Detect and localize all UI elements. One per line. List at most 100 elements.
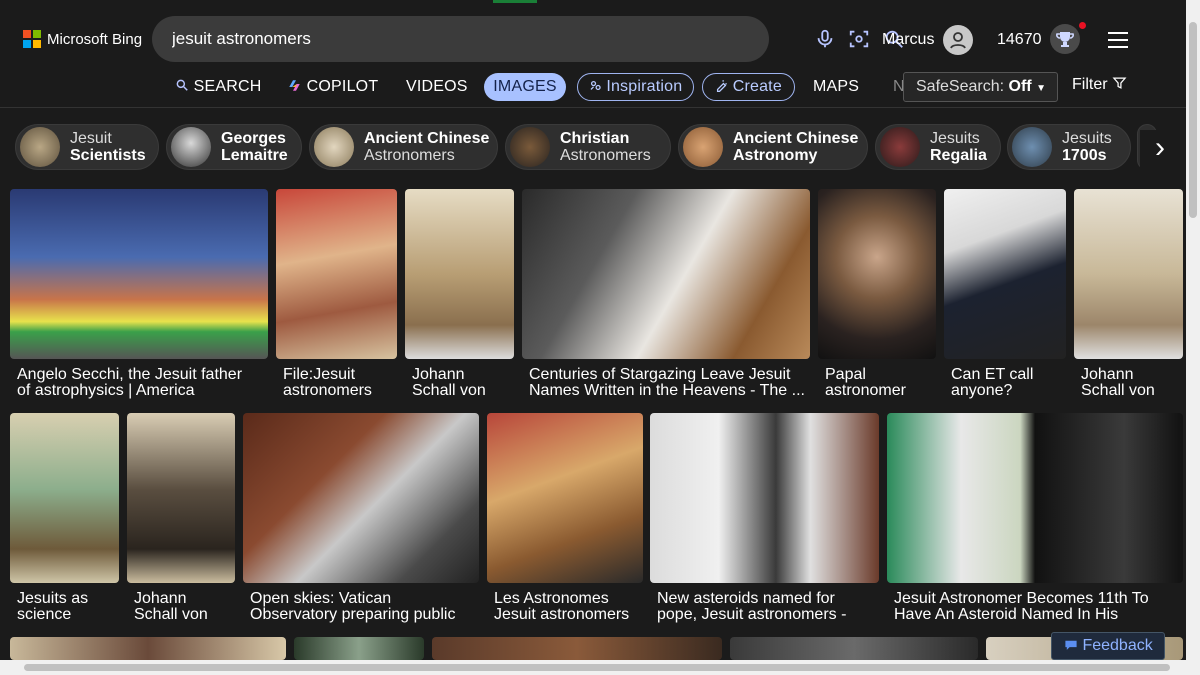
result-image bbox=[887, 413, 1183, 583]
microsoft-logo-icon bbox=[23, 30, 41, 48]
result-image bbox=[243, 413, 479, 583]
result-caption-line1: New asteroids named for bbox=[657, 591, 835, 607]
image-result[interactable]: Centuries of Stargazing Leave Jesuit Nam… bbox=[522, 189, 810, 404]
image-result[interactable]: Jesuit Astronomer Becomes 11th To Have A… bbox=[887, 413, 1183, 628]
related-chip[interactable]: Christian Astronomers bbox=[505, 124, 671, 170]
chip-line2: Scientists bbox=[70, 147, 146, 164]
image-result-partial[interactable] bbox=[432, 637, 722, 660]
image-result[interactable]: Open skies: Vatican Observatory preparin… bbox=[243, 413, 479, 628]
safesearch-dropdown[interactable]: SafeSearch: Off ▼ bbox=[903, 72, 1058, 102]
image-result[interactable]: Can ET call anyone? bbox=[944, 189, 1066, 404]
chip-line2: Regalia bbox=[930, 147, 987, 164]
tab-images[interactable]: IMAGES bbox=[484, 73, 566, 101]
tab-inspiration[interactable]: Inspiration bbox=[577, 73, 694, 101]
result-caption-line2: Jesuit astronomers bbox=[494, 607, 630, 623]
filter-label: Filter bbox=[1072, 76, 1108, 93]
chip-line1: Christian bbox=[560, 130, 630, 147]
tab-search[interactable]: SEARCH bbox=[175, 73, 262, 101]
tab-search-label: SEARCH bbox=[193, 78, 262, 95]
image-result[interactable]: Johann Schall von bbox=[1074, 189, 1183, 404]
horizontal-scrollbar[interactable] bbox=[0, 660, 1186, 675]
tab-maps[interactable]: MAPS bbox=[813, 73, 859, 101]
menu-icon[interactable] bbox=[1108, 32, 1128, 48]
chip-line2: Astronomers bbox=[364, 147, 455, 164]
search-box[interactable] bbox=[152, 16, 903, 62]
result-caption-line2: Names Written in the Heavens - The ... bbox=[529, 383, 805, 399]
related-searches: Jesuit Scientists Georges Lemaitre Ancient… bbox=[0, 120, 1186, 176]
result-caption-line1: Open skies: Vatican bbox=[250, 591, 392, 607]
image-result[interactable]: Johann Schall von bbox=[127, 413, 235, 628]
result-image bbox=[650, 413, 879, 583]
header: Microsoft Bing Marcus 14670 SEARCH COPIL… bbox=[0, 0, 1186, 108]
user-icon bbox=[950, 32, 966, 49]
chip-line2: Astronomy bbox=[733, 147, 818, 164]
avatar[interactable] bbox=[943, 25, 973, 55]
image-result[interactable]: Les Astronomes Jesuit astronomers bbox=[487, 413, 643, 628]
image-result[interactable]: File:Jesuit astronomers bbox=[276, 189, 397, 404]
image-result-partial[interactable] bbox=[10, 637, 286, 660]
microphone-icon[interactable] bbox=[814, 28, 836, 50]
filter-button[interactable]: Filter bbox=[1072, 76, 1127, 94]
scrollbar-thumb[interactable] bbox=[1189, 22, 1197, 218]
rewards-trophy[interactable] bbox=[1050, 24, 1080, 54]
tab-videos[interactable]: VIDEOS bbox=[406, 73, 468, 101]
chevron-down-icon: ▼ bbox=[1036, 83, 1046, 94]
search-icon bbox=[176, 79, 188, 91]
tab-copilot-label: COPILOT bbox=[306, 78, 379, 95]
tab-create-label: Create bbox=[732, 78, 782, 95]
result-caption-line1: Angelo Secchi, the Jesuit father bbox=[17, 367, 243, 383]
tab-copilot[interactable]: COPILOT bbox=[287, 73, 378, 101]
result-image bbox=[294, 637, 424, 660]
result-caption-line1: Johann bbox=[134, 591, 187, 607]
safesearch-label: SafeSearch: bbox=[916, 78, 1005, 95]
copilot-icon bbox=[289, 80, 300, 91]
active-indicator bbox=[493, 0, 537, 3]
user-name[interactable]: Marcus bbox=[882, 31, 934, 49]
image-result-partial[interactable] bbox=[294, 637, 424, 660]
tab-create[interactable]: Create bbox=[702, 73, 795, 101]
visual-search-icon[interactable] bbox=[848, 28, 870, 50]
related-chip[interactable]: Jesuit Scientists bbox=[15, 124, 159, 170]
result-caption-line2: anyone? bbox=[951, 383, 1013, 399]
chip-line1: Jesuits bbox=[1062, 130, 1112, 147]
chip-thumbnail bbox=[20, 127, 60, 167]
result-caption-line1: Jesuit Astronomer Becomes 11th To bbox=[894, 591, 1149, 607]
chip-thumbnail bbox=[314, 127, 354, 167]
image-result[interactable]: Papal astronomer bbox=[818, 189, 936, 404]
result-caption-line2: Schall von bbox=[134, 607, 208, 623]
result-image bbox=[432, 637, 722, 660]
chip-line1: Jesuit bbox=[70, 130, 112, 147]
image-result[interactable]: Angelo Secchi, the Jesuit father of astr… bbox=[10, 189, 268, 404]
chip-thumbnail bbox=[510, 127, 550, 167]
chip-line2: 1700s bbox=[1062, 147, 1107, 164]
rewards-points[interactable]: 14670 bbox=[997, 31, 1042, 49]
result-caption-line1: Johann bbox=[412, 367, 465, 383]
related-chip[interactable]: Ancient Chinese Astronomy bbox=[678, 124, 868, 170]
bing-logo[interactable]: Microsoft Bing bbox=[23, 30, 142, 48]
chevron-right-icon[interactable]: › bbox=[1140, 130, 1180, 170]
feedback-icon bbox=[1065, 640, 1077, 650]
chip-thumbnail bbox=[1012, 127, 1052, 167]
scrollbar-thumb[interactable] bbox=[24, 664, 1170, 671]
related-chip[interactable]: Jesuits 1700s bbox=[1007, 124, 1131, 170]
related-chip[interactable]: Jesuits Regalia bbox=[875, 124, 1001, 170]
search-input[interactable] bbox=[172, 28, 642, 50]
image-result[interactable]: New asteroids named for pope, Jesuit ast… bbox=[650, 413, 879, 628]
result-caption-line2: astronomer bbox=[825, 383, 906, 399]
result-caption-line1: Centuries of Stargazing Leave Jesuit bbox=[529, 367, 791, 383]
image-result[interactable]: Jesuits as science bbox=[10, 413, 119, 628]
feedback-button[interactable]: Feedback bbox=[1051, 632, 1165, 660]
chip-thumbnail bbox=[171, 127, 211, 167]
related-chip[interactable]: Georges Lemaitre bbox=[166, 124, 302, 170]
image-result[interactable]: Johann Schall von bbox=[405, 189, 514, 404]
inspiration-icon bbox=[590, 80, 601, 91]
result-caption-line1: Johann bbox=[1081, 367, 1134, 383]
result-image bbox=[10, 637, 286, 660]
result-image bbox=[944, 189, 1066, 359]
related-chip[interactable]: Ancient Chinese Astronomers bbox=[309, 124, 498, 170]
safesearch-value: Off bbox=[1008, 78, 1032, 95]
image-result-partial[interactable] bbox=[730, 637, 978, 660]
vertical-scrollbar[interactable] bbox=[1186, 0, 1200, 675]
chip-line2: Astronomers bbox=[560, 147, 651, 164]
result-image bbox=[818, 189, 936, 359]
